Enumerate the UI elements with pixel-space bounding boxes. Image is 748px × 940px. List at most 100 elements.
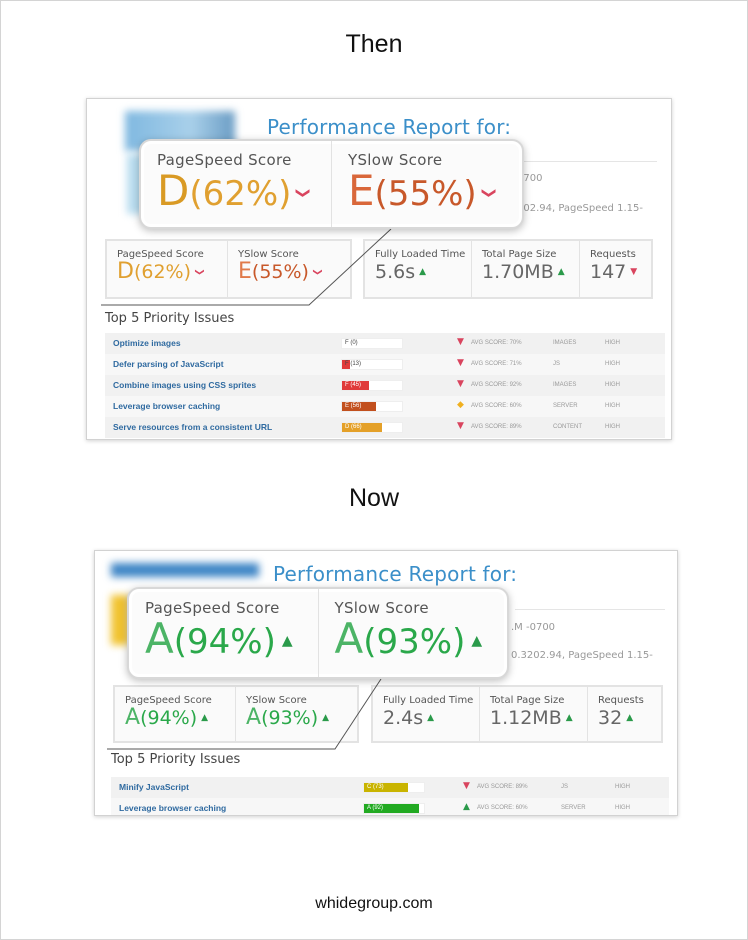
callout-yslow: YSlow Score E(55%) ❯ [331, 141, 522, 227]
yslow-score-label: YSlow Score [238, 249, 299, 260]
total-page-size: Total Page Size 1.12MB ▲ [479, 687, 587, 741]
fully-loaded-time: Fully Loaded Time 2.4s ▲ [373, 687, 479, 741]
pagespeed-score: PageSpeed Score A(94%) ▲ [115, 687, 235, 741]
issue-link[interactable]: Defer parsing of JavaScript [113, 359, 224, 369]
trend-down-icon: ❯ [311, 268, 322, 276]
trend-up-icon: ▲ [463, 802, 470, 812]
footer-site-name: whidegroup.com [315, 895, 433, 912]
requests: Requests 147 ▼ [579, 241, 651, 297]
trend-down-icon: ▼ [463, 781, 470, 791]
issue-link[interactable]: Leverage browser caching [119, 803, 226, 813]
blurred-logo [111, 563, 259, 577]
issues-title: Top 5 Priority Issues [105, 311, 235, 326]
fully-loaded-time-label: Fully Loaded Time [383, 695, 474, 706]
trend-up-icon: ▲ [201, 713, 209, 723]
issue-link[interactable]: Minify JavaScript [119, 782, 189, 792]
avg-score: AVG SCORE: 70% [471, 340, 522, 346]
trend-up-icon: ▲ [557, 267, 565, 277]
grades-panel: PageSpeed Score A(94%) ▲ YSlow Score A(93… [113, 685, 359, 743]
issues-table: Optimize images F (0) ▼ AVG SCORE: 70% IMAGE… [105, 333, 665, 438]
fully-loaded-time-label: Fully Loaded Time [375, 249, 466, 260]
yslow-score-value: A(93%) ▲ [246, 706, 357, 730]
grades-panel: PageSpeed Score D(62%) ❯ YSlow Score E(55… [105, 239, 352, 299]
score-percent: (94%) [173, 622, 276, 662]
trend-up-icon: ▲ [471, 633, 483, 649]
trend-down-icon: ▼ [457, 379, 464, 389]
callout-pagespeed: PageSpeed Score A(94%) ▲ [129, 589, 318, 677]
divider [507, 161, 657, 162]
issue-link[interactable]: Leverage browser caching [113, 401, 220, 411]
trend-up-icon: ▲ [565, 713, 573, 723]
trend-up-icon: ▲ [419, 267, 427, 277]
grade-letter: A [246, 705, 262, 730]
trend-up-icon: ▲ [322, 713, 330, 723]
trend-down-icon: ❯ [193, 268, 204, 276]
score-percent: (93%) [261, 707, 319, 729]
total-page-size-label: Total Page Size [482, 249, 557, 260]
trend-down-icon: ▼ [630, 267, 638, 277]
grade-letter: A [145, 614, 174, 663]
issue-link[interactable]: Combine images using CSS sprites [113, 380, 256, 390]
issue-priority: HIGH [605, 403, 620, 409]
page-details-panel: Fully Loaded Time 5.6s ▲ Total Page Size … [363, 239, 653, 299]
issue-row: Defer parsing of JavaScript F (13) ▼ AVG SC… [105, 354, 665, 375]
trend-up-icon: ▲ [626, 713, 634, 723]
issue-type: IMAGES [553, 340, 577, 346]
issue-row: Serve resources from a consistent URL D (… [105, 417, 665, 438]
grade-bar-label: D (66) [345, 424, 362, 430]
grade-bar-label: E (56) [345, 403, 362, 409]
report-title: Performance Report for: [273, 562, 518, 586]
issue-type: IMAGES [553, 382, 577, 388]
issue-link[interactable]: Optimize images [113, 338, 181, 348]
score-percent: (55%) [251, 261, 309, 283]
issues-table: Minify JavaScript C (73) ▼ AVG SCORE: 89% JS… [111, 777, 669, 815]
trend-down-icon: ▼ [457, 358, 464, 368]
avg-score: AVG SCORE: 71% [471, 361, 522, 367]
callout-pagespeed-value: A(94%) ▲ [145, 618, 318, 663]
total-page-size-value: 1.70MB ▲ [482, 260, 579, 284]
pagespeed-score-value: A(94%) ▲ [125, 706, 235, 730]
requests-label: Requests [598, 695, 644, 706]
score-percent: (94%) [140, 707, 198, 729]
score-percent: (62%) [189, 174, 292, 214]
value-text: 2.4s [383, 707, 424, 729]
total-page-size-label: Total Page Size [490, 695, 565, 706]
now-heading: Now [348, 484, 399, 512]
grade-letter: A [334, 614, 364, 663]
avg-score: AVG SCORE: 60% [477, 805, 528, 811]
avg-score: AVG SCORE: 92% [471, 382, 522, 388]
score-percent: (55%) [374, 174, 477, 214]
value-text: 1.70MB [482, 261, 554, 283]
issue-type: SERVER [553, 403, 578, 409]
divider [515, 609, 665, 610]
callout-yslow-value: E(55%) ❯ [348, 170, 522, 215]
grade-bar: F (0) [341, 338, 403, 349]
yslow-score: YSlow Score A(93%) ▲ [235, 687, 357, 741]
value-text: 5.6s [375, 261, 416, 283]
score-percent: (93%) [363, 622, 466, 662]
issue-row: Minify JavaScript C (73) ▼ AVG SCORE: 89% JS… [111, 777, 669, 798]
grade-bar: F (13) [341, 359, 403, 370]
issue-link[interactable]: Serve resources from a consistent URL [113, 422, 272, 432]
callout-pagespeed: PageSpeed Score D(62%) ❯ [141, 141, 331, 227]
trend-down-icon: ❯ [480, 187, 497, 199]
avg-score: AVG SCORE: 89% [471, 424, 522, 430]
yslow-score: YSlow Score E(55%) ❯ [227, 241, 350, 297]
score-callout-magnified: PageSpeed Score D(62%) ❯ YSlow Score E(55… [139, 139, 524, 229]
score-percent: (62%) [133, 261, 192, 283]
grade-bar: C (73) [363, 782, 425, 793]
issue-type: CONTENT [553, 424, 582, 430]
report-title: Performance Report for: [267, 115, 512, 139]
issue-row: Leverage browser caching E (56) ◆ AVG SCORE… [105, 396, 665, 417]
issue-row: Optimize images F (0) ▼ AVG SCORE: 70% IMAGE… [105, 333, 665, 354]
issues-title: Top 5 Priority Issues [111, 752, 241, 767]
grade-bar-label: F (13) [345, 361, 362, 367]
issue-priority: HIGH [605, 361, 620, 367]
grade-letter: E [238, 259, 252, 284]
pagespeed-score: PageSpeed Score D(62%) ❯ [107, 241, 227, 297]
score-callout-magnified: PageSpeed Score A(94%) ▲ YSlow Score A(93… [127, 587, 509, 679]
yslow-score-value: E(55%) ❯ [238, 260, 350, 284]
requests-value: 147 ▼ [590, 260, 651, 284]
requests-value: 32 ▲ [598, 706, 661, 730]
issue-priority: HIGH [615, 784, 630, 790]
